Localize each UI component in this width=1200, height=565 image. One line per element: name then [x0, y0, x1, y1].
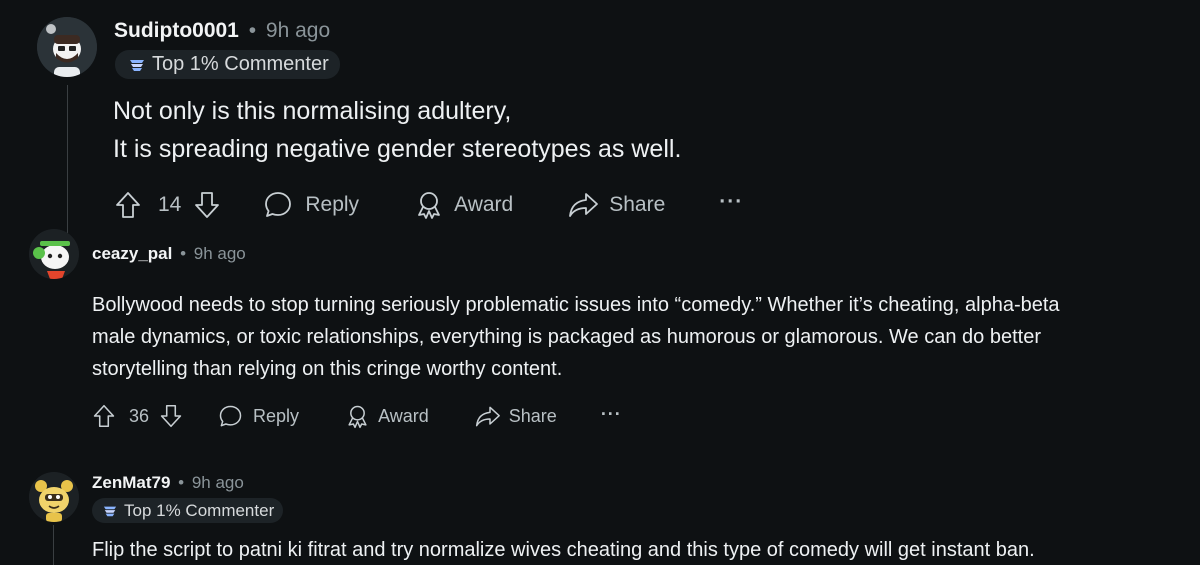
downvote-button[interactable]	[159, 403, 183, 429]
thread-line[interactable]	[53, 525, 54, 565]
user-flair-badge: Top 1% Commenter	[115, 50, 340, 79]
comment-actions: 14 Reply Award Share ···	[114, 187, 743, 223]
avatar[interactable]	[29, 472, 79, 522]
vote-count: 14	[158, 193, 182, 216]
comment-body: Flip the script to patni ki fitrat and t…	[92, 536, 1035, 564]
award-ribbon-icon	[348, 405, 367, 428]
comment-actions: 36 Reply Award Share ···	[92, 401, 622, 431]
avatar-image	[29, 229, 79, 279]
share-arrow-icon	[569, 193, 599, 217]
award-button[interactable]: Award	[414, 190, 513, 220]
comment-timestamp[interactable]: 9h ago	[266, 19, 330, 42]
comment-line: Bollywood needs to stop turning seriousl…	[92, 294, 1060, 316]
speech-bubble-icon	[265, 192, 292, 217]
comment-author[interactable]: ZenMat79	[92, 473, 170, 492]
comment-line: Not only is this normalising adultery,	[113, 97, 512, 125]
comment-line: storytelling than relying on this cringe…	[92, 358, 563, 380]
reply-button[interactable]: Reply	[263, 190, 359, 220]
arrow-down-outline-icon	[160, 404, 182, 428]
share-button[interactable]: Share	[474, 404, 557, 429]
award-label: Award	[378, 405, 429, 426]
comment-author[interactable]: ceazy_pal	[92, 244, 172, 263]
badge-label: Top 1% Commenter	[124, 500, 275, 520]
badge-label: Top 1% Commenter	[152, 53, 329, 75]
upvote-button[interactable]	[114, 190, 142, 220]
reply-label: Reply	[305, 193, 360, 216]
more-options-button[interactable]: ···	[719, 190, 743, 214]
avatar[interactable]	[37, 17, 97, 77]
more-options-button[interactable]: ···	[601, 404, 622, 425]
upvote-button[interactable]	[92, 403, 116, 429]
comment-line: Flip the script to patni ki fitrat and t…	[92, 539, 1035, 561]
award-label: Award	[454, 193, 514, 216]
reply-label: Reply	[253, 405, 300, 426]
reply-button[interactable]: Reply	[218, 404, 299, 429]
comment-body: Not only is this normalising adultery, I…	[113, 92, 681, 168]
top-commenter-badge-icon	[130, 59, 144, 71]
top-commenter-badge-icon	[103, 506, 117, 516]
share-arrow-icon	[475, 406, 500, 426]
comment-line: male dynamics, or toxic relationships, e…	[92, 326, 1041, 348]
arrow-up-outline-icon	[93, 404, 115, 428]
vote-count: 36	[129, 405, 150, 426]
user-flair-badge: Top 1% Commenter	[92, 498, 284, 523]
downvote-button[interactable]	[193, 190, 221, 220]
meta-separator: •	[248, 19, 257, 42]
meta-separator: •	[180, 244, 187, 263]
meta-separator: •	[178, 473, 185, 492]
comment-body: Bollywood needs to stop turning seriousl…	[92, 289, 1060, 385]
comment-line: It is spreading negative gender stereoty…	[113, 135, 682, 163]
comment-timestamp[interactable]: 9h ago	[192, 473, 244, 492]
arrow-down-outline-icon	[195, 192, 220, 218]
avatar-image	[37, 17, 97, 77]
award-ribbon-icon	[418, 192, 440, 219]
share-label: Share	[609, 193, 666, 216]
arrow-up-outline-icon	[116, 192, 140, 218]
award-button[interactable]: Award	[345, 404, 429, 429]
share-button[interactable]: Share	[567, 190, 665, 220]
share-label: Share	[508, 405, 557, 426]
speech-bubble-icon	[219, 405, 242, 426]
avatar[interactable]	[29, 229, 79, 279]
comment-author[interactable]: Sudipto0001	[114, 19, 239, 42]
comment-timestamp[interactable]: 9h ago	[194, 244, 246, 263]
thread-line[interactable]	[67, 85, 68, 235]
avatar-image	[29, 472, 79, 522]
